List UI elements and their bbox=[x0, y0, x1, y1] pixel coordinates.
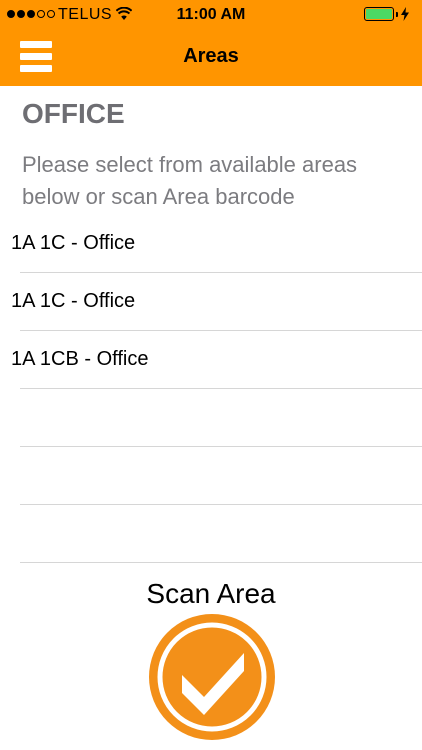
area-list-item[interactable]: 1A 1CB - Office bbox=[0, 331, 422, 389]
navigation-bar: Areas bbox=[0, 30, 422, 86]
scan-area-label: Scan Area bbox=[146, 578, 276, 609]
scan-area-button[interactable] bbox=[148, 613, 276, 741]
area-list-item[interactable]: 1A 1C - Office bbox=[0, 215, 422, 273]
page-title: Areas bbox=[183, 45, 239, 67]
empty-list-item bbox=[0, 389, 422, 447]
status-bar: TELUS 11:00 AM bbox=[0, 0, 422, 30]
instructions-text: Please select from available areas below… bbox=[22, 152, 358, 209]
area-label: 1A 1C - Office bbox=[11, 290, 136, 312]
empty-list-item bbox=[0, 447, 422, 505]
row-divider bbox=[20, 562, 422, 563]
status-time: 11:00 AM bbox=[176, 6, 246, 23]
area-label: 1A 1CB - Office bbox=[11, 348, 149, 370]
area-label: 1A 1C - Office bbox=[11, 232, 136, 254]
charging-bolt-icon bbox=[401, 7, 409, 21]
area-list: 1A 1C - Office 1A 1C - Office 1A 1CB - O… bbox=[0, 215, 422, 563]
battery-icon bbox=[364, 7, 410, 21]
area-list-item[interactable]: 1A 1C - Office bbox=[0, 273, 422, 331]
empty-list-item bbox=[0, 505, 422, 563]
location-heading: OFFICE bbox=[22, 98, 125, 129]
